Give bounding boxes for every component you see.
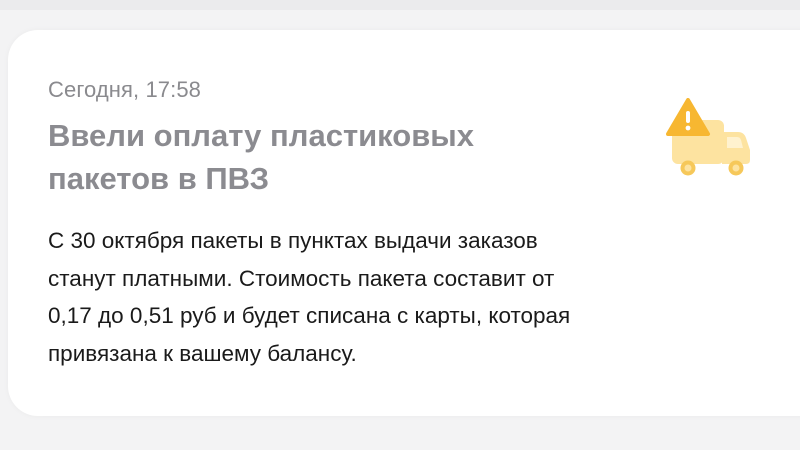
notification-title: Ввели оплату пластиковых пакетов в ПВЗ bbox=[48, 114, 608, 200]
notification-title-line: пакетов в ПВЗ bbox=[48, 161, 270, 196]
notification-body-line: С 30 октября пакеты в пунктах выдачи зак… bbox=[48, 228, 538, 253]
notification-title-line: Ввели оплату пластиковых bbox=[48, 118, 474, 153]
notification-timestamp: Сегодня, 17:58 bbox=[48, 77, 201, 102]
notification-body: С 30 октября пакеты в пунктах выдачи зак… bbox=[48, 222, 748, 372]
warning-truck-icon bbox=[664, 98, 756, 184]
notification-body-line: станут платными. Стоимость пакета состав… bbox=[48, 265, 555, 291]
previous-card-edge bbox=[0, 0, 800, 10]
notification-body-line: 0,17 до 0,51 руб и будет списана с карты… bbox=[48, 303, 571, 328]
notification-body-line: привязана к вашему балансу. bbox=[48, 340, 357, 366]
